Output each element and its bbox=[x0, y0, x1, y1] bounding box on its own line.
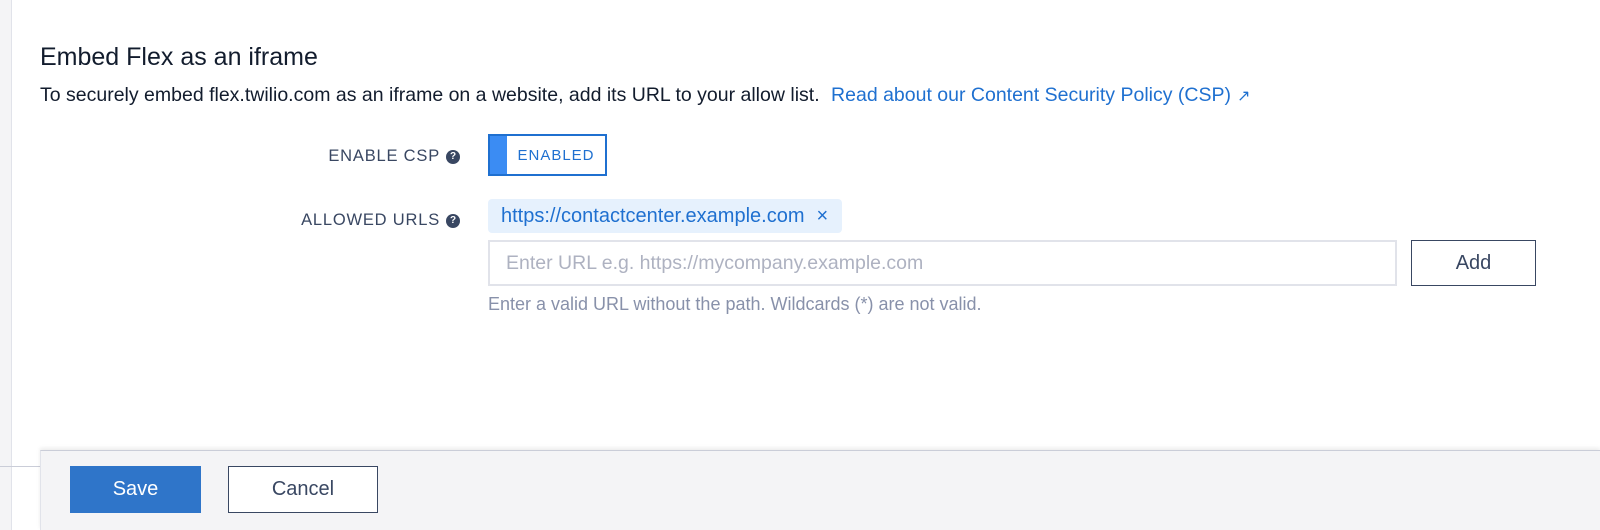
enable-csp-label-text: ENABLE CSP bbox=[328, 147, 440, 165]
url-helper-text: Enter a valid URL without the path. Wild… bbox=[488, 294, 982, 314]
allowed-url-chip: https://contactcenter.example.com × bbox=[488, 199, 843, 233]
url-input[interactable] bbox=[488, 240, 1397, 286]
toggle-state-label: ENABLED bbox=[517, 146, 595, 164]
allowed-url-chip-label: https://contactcenter.example.com bbox=[501, 204, 805, 227]
external-link-icon: ↗ bbox=[1237, 88, 1251, 105]
help-icon[interactable]: ? bbox=[446, 149, 460, 164]
help-icon[interactable]: ? bbox=[446, 213, 460, 228]
add-url-button[interactable]: Add bbox=[1411, 240, 1536, 286]
save-button[interactable]: Save bbox=[70, 466, 201, 513]
allowed-urls-label-text: ALLOWED URLS bbox=[301, 211, 440, 229]
section-description: To securely embed flex.twilio.com as an … bbox=[40, 84, 1250, 107]
csp-docs-link[interactable]: Read about our Content Security Policy (… bbox=[831, 84, 1250, 106]
action-footer: Save Cancel bbox=[40, 450, 1600, 530]
toggle-knob bbox=[490, 136, 507, 174]
description-text: To securely embed flex.twilio.com as an … bbox=[40, 84, 820, 106]
section-title: Embed Flex as an iframe bbox=[40, 42, 318, 71]
enable-csp-label: ENABLE CSP ? bbox=[328, 147, 460, 166]
allowed-urls-label: ALLOWED URLS ? bbox=[301, 211, 460, 230]
cancel-button[interactable]: Cancel bbox=[228, 466, 378, 513]
csp-toggle[interactable]: ENABLED bbox=[488, 134, 607, 176]
left-rail bbox=[0, 0, 12, 530]
divider bbox=[0, 466, 40, 467]
csp-docs-link-label: Read about our Content Security Policy (… bbox=[831, 84, 1231, 106]
close-icon[interactable]: × bbox=[817, 206, 829, 226]
